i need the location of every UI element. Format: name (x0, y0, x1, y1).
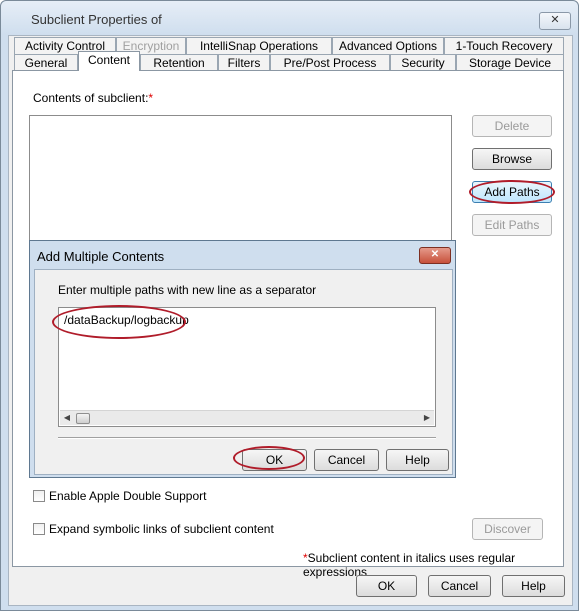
dialog-title: Add Multiple Contents (37, 249, 165, 264)
delete-button: Delete (472, 115, 552, 137)
dialog-body: Enter multiple paths with new line as a … (34, 269, 453, 475)
tab-advanced-options[interactable]: Advanced Options (332, 37, 444, 54)
apple-double-label: Enable Apple Double Support (49, 489, 207, 503)
tab-security[interactable]: Security (390, 54, 456, 71)
add-paths-button[interactable]: Add Paths (472, 181, 552, 203)
tab-retention[interactable]: Retention (140, 54, 218, 71)
tab-storage-device[interactable]: Storage Device (456, 54, 564, 71)
subclient-contents-list[interactable] (29, 115, 452, 247)
scroll-left-arrow-icon[interactable]: ◀ (60, 411, 74, 425)
dialog-help-button[interactable]: Help (386, 449, 449, 471)
close-icon: ✕ (550, 14, 560, 26)
tab-pre-post-process[interactable]: Pre/Post Process (270, 54, 390, 71)
cancel-button[interactable]: Cancel (428, 575, 491, 597)
tab-content[interactable]: Content (78, 51, 140, 71)
dialog-ok-button[interactable]: OK (242, 449, 307, 471)
expand-symlinks-label: Expand symbolic links of subclient conte… (49, 522, 274, 536)
scroll-right-arrow-icon[interactable]: ▶ (420, 411, 434, 425)
tab-intellisnap-operations[interactable]: IntelliSnap Operations (186, 37, 332, 54)
paths-textarea[interactable]: /dataBackup/logbackup ◀ ▶ (58, 307, 436, 427)
contents-label-text: Contents of subclient: (33, 91, 149, 105)
add-multiple-contents-dialog: Add Multiple Contents ✕ Enter multiple p… (29, 240, 456, 478)
apple-double-checkbox[interactable] (33, 490, 45, 502)
window-close-button[interactable]: ✕ (539, 12, 571, 30)
tab-general[interactable]: General (14, 54, 78, 71)
scrollbar-thumb[interactable] (76, 413, 90, 424)
tab-filters[interactable]: Filters (218, 54, 270, 71)
ok-button[interactable]: OK (356, 575, 417, 597)
contents-label: Contents of subclient:* (33, 91, 153, 105)
window-title: Subclient Properties of (31, 12, 162, 27)
browse-button[interactable]: Browse (472, 148, 552, 170)
dialog-cancel-button[interactable]: Cancel (314, 449, 379, 471)
close-icon: ✕ (430, 249, 440, 260)
expand-symlinks-checkbox[interactable] (33, 523, 45, 535)
discover-button: Discover (472, 518, 543, 540)
dialog-close-button[interactable]: ✕ (419, 247, 451, 264)
tab-1-touch-recovery[interactable]: 1-Touch Recovery (444, 37, 564, 54)
horizontal-scrollbar[interactable]: ◀ ▶ (60, 410, 434, 425)
edit-paths-button: Edit Paths (472, 214, 552, 236)
title-bar: Subclient Properties of ✕ (1, 1, 578, 35)
paths-textarea-value: /dataBackup/logbackup (64, 313, 189, 327)
dialog-separator (58, 437, 436, 439)
dialog-instruction: Enter multiple paths with new line as a … (58, 283, 317, 297)
help-button[interactable]: Help (502, 575, 565, 597)
required-mark: * (148, 91, 154, 105)
